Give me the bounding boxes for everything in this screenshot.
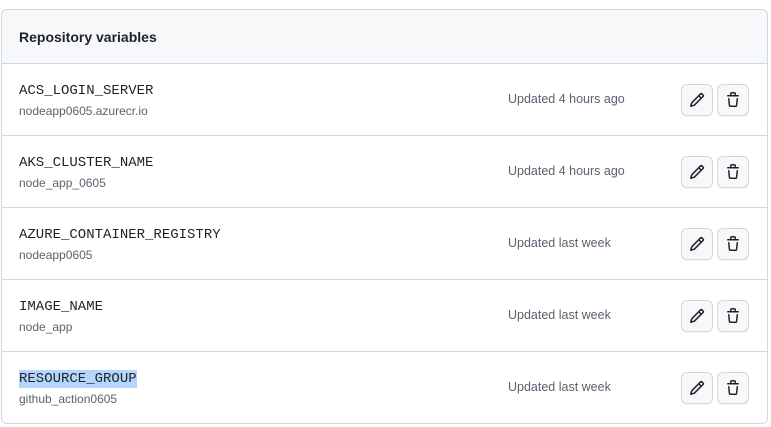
delete-variable-button[interactable] bbox=[717, 84, 749, 116]
variable-row: RESOURCE_GROUP github_action0605 Updated… bbox=[2, 352, 767, 423]
pencil-icon bbox=[689, 308, 705, 324]
pencil-icon bbox=[689, 92, 705, 108]
variable-value: github_action0605 bbox=[19, 392, 118, 406]
trash-icon bbox=[727, 236, 739, 251]
variable-value: node_app_0605 bbox=[19, 176, 106, 190]
delete-variable-button[interactable] bbox=[717, 372, 749, 404]
edit-variable-button[interactable] bbox=[681, 156, 713, 188]
pencil-icon bbox=[689, 236, 705, 252]
variable-updated: Updated 4 hours ago bbox=[508, 92, 625, 106]
section-header: Repository variables bbox=[2, 10, 767, 64]
edit-variable-button[interactable] bbox=[681, 228, 713, 260]
variable-row: AZURE_CONTAINER_REGISTRY nodeapp0605 Upd… bbox=[2, 208, 767, 280]
variable-name: IMAGE_NAME bbox=[19, 299, 104, 315]
variable-updated: Updated last week bbox=[508, 380, 611, 394]
variable-row: AKS_CLUSTER_NAME node_app_0605 Updated 4… bbox=[2, 136, 767, 208]
variable-name: RESOURCE_GROUP bbox=[19, 370, 137, 388]
edit-variable-button[interactable] bbox=[681, 300, 713, 332]
variable-updated: Updated 4 hours ago bbox=[508, 164, 625, 178]
variable-value: nodeapp0605.azurecr.io bbox=[19, 104, 148, 118]
variable-name: AZURE_CONTAINER_REGISTRY bbox=[19, 227, 221, 243]
trash-icon bbox=[727, 164, 739, 179]
variable-value: nodeapp0605 bbox=[19, 248, 93, 262]
edit-variable-button[interactable] bbox=[681, 372, 713, 404]
delete-variable-button[interactable] bbox=[717, 156, 749, 188]
pencil-icon bbox=[689, 380, 705, 396]
variable-row: ACS_LOGIN_SERVER nodeapp0605.azurecr.io … bbox=[2, 64, 767, 136]
variable-updated: Updated last week bbox=[508, 236, 611, 250]
delete-variable-button[interactable] bbox=[717, 228, 749, 260]
repository-variables-panel: Repository variables ACS_LOGIN_SERVER no… bbox=[1, 9, 768, 424]
variable-value: node_app bbox=[19, 320, 73, 334]
edit-variable-button[interactable] bbox=[681, 84, 713, 116]
delete-variable-button[interactable] bbox=[717, 300, 749, 332]
variable-updated: Updated last week bbox=[508, 308, 611, 322]
variable-row: IMAGE_NAME node_app Updated last week bbox=[2, 280, 767, 352]
pencil-icon bbox=[689, 164, 705, 180]
section-title: Repository variables bbox=[19, 28, 157, 45]
trash-icon bbox=[727, 92, 739, 107]
variable-name: AKS_CLUSTER_NAME bbox=[19, 155, 154, 171]
variable-name: ACS_LOGIN_SERVER bbox=[19, 83, 154, 99]
trash-icon bbox=[727, 380, 739, 395]
trash-icon bbox=[727, 308, 739, 323]
